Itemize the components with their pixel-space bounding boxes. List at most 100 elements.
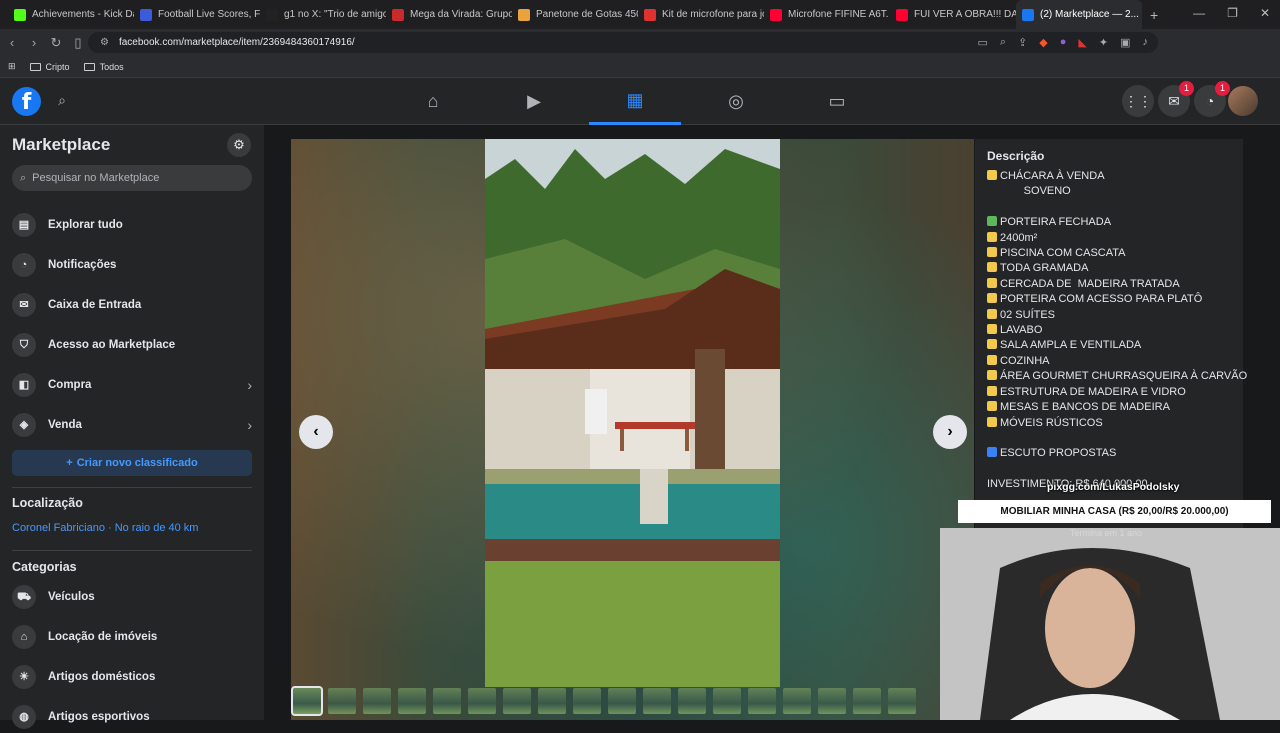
puzzle-icon[interactable]: ✦ [1099, 36, 1108, 49]
next-photo-button[interactable]: › [933, 415, 967, 449]
home-icon[interactable]: ⌂ [387, 78, 479, 125]
browser-tab[interactable]: Panetone de Gotas 450g | [512, 0, 638, 29]
gaming-icon[interactable]: ▭ [791, 78, 883, 125]
category-item[interactable]: ⌂ Locação de imóveis [12, 621, 252, 653]
description-line: ESTRUTURA DE MADEIRA E VIDRO [987, 385, 1231, 400]
brave-shield-icon[interactable]: ◆ [1039, 36, 1047, 49]
extension-icon[interactable]: ● [1060, 36, 1067, 49]
browser-tab[interactable]: Achievements - Kick Dashb [8, 0, 134, 29]
browser-tab[interactable]: Kit de microfone para jog [638, 0, 764, 29]
sidebar-item[interactable]: ◈ Venda › [12, 409, 252, 441]
photo-thumbnail[interactable] [503, 688, 531, 714]
sidebar-item[interactable]: ◧ Compra › [12, 369, 252, 401]
browser-tab[interactable]: Football Live Scores, Fixtur [134, 0, 260, 29]
extensions-area: ▭ ⌕ ⇪ ◆ ● ◣ ✦ ▣ ♪ [977, 36, 1148, 49]
previous-photo-button[interactable]: ‹ [299, 415, 333, 449]
video-icon[interactable]: ▶ [488, 78, 580, 125]
reload-icon[interactable]: ↻ [46, 35, 66, 51]
lamp-icon: ☀ [12, 665, 36, 689]
menu-grid-icon[interactable]: ⋮⋮ [1122, 85, 1154, 117]
photo-thumbnail[interactable] [363, 688, 391, 714]
photo-thumbnail[interactable] [678, 688, 706, 714]
browser-tab[interactable]: Microfone FIFINE A6T. Mel [764, 0, 890, 29]
inbox-icon: ✉ [12, 293, 36, 317]
create-listing-button[interactable]: + Criar novo classificado [12, 450, 252, 476]
cast-icon[interactable]: ▭ [977, 36, 987, 49]
browser-tab[interactable]: FUI VER A OBRA!!! DAQUI [890, 0, 1016, 29]
browser-tab[interactable]: (2) Marketplace — 2...✕ [1016, 0, 1142, 29]
marketplace-icon[interactable]: ▦ [589, 78, 681, 125]
description-title: Descrição [987, 149, 1045, 163]
minimize-icon[interactable]: — [1193, 6, 1205, 20]
bookmark-folder-todos[interactable]: Todos [83, 62, 124, 72]
sidebar-item[interactable]: ▤ Explorar tudo [12, 209, 252, 241]
bookmarks-bar: ⊞ Cripto Todos [0, 56, 1280, 78]
browser-tab[interactable]: g1 no X: "Trio de amigos d [260, 0, 386, 29]
bookmark-folder-cripto[interactable]: Cripto [29, 62, 70, 72]
maximize-icon[interactable]: ❐ [1227, 6, 1238, 20]
photo-thumbnail[interactable] [468, 688, 496, 714]
photo-thumbnail[interactable] [398, 688, 426, 714]
photo-thumbnail[interactable] [643, 688, 671, 714]
close-window-icon[interactable]: ✕ [1260, 6, 1270, 20]
description-line: PORTEIRA FECHADA [987, 215, 1231, 230]
photo-thumbnail[interactable] [291, 686, 323, 716]
apps-icon[interactable]: ⊞ [8, 61, 16, 72]
url-text: facebook.com/marketplace/item/2369484360… [118, 37, 355, 48]
extension-icon[interactable]: ◣ [1078, 36, 1086, 49]
stream-username: pixgg.com/LukasPodolsky [1047, 481, 1180, 493]
photo-thumbnail[interactable] [433, 688, 461, 714]
storefront-icon: ▤ [12, 213, 36, 237]
sidebar-icon[interactable]: ▣ [1120, 36, 1130, 49]
search-icon[interactable]: ⌕ [50, 88, 74, 112]
music-icon[interactable]: ♪ [1143, 36, 1149, 49]
photo-thumbnail[interactable] [328, 688, 356, 714]
description-line: SOVENO [987, 185, 1071, 198]
gear-icon[interactable]: ⚙ [227, 133, 251, 157]
emoji-bullet-icon [987, 277, 997, 288]
photo-thumbnail[interactable] [538, 688, 566, 714]
sidebar-item[interactable]: ✉ Caixa de Entrada [12, 289, 252, 321]
new-tab-button[interactable]: + [1150, 7, 1158, 23]
photo-thumbnail[interactable] [818, 688, 846, 714]
photo-thumbnail[interactable] [783, 688, 811, 714]
chevron-right-icon: › [247, 417, 252, 433]
share-icon[interactable]: ⇪ [1018, 36, 1027, 49]
bookmark-icon[interactable]: ▯ [68, 35, 88, 51]
tab-title: (2) Marketplace — 2... [1040, 9, 1139, 20]
back-icon[interactable]: ‹ [2, 35, 22, 50]
location-heading: Localização [12, 496, 83, 510]
photo-thumbnail[interactable] [573, 688, 601, 714]
category-item[interactable]: ☀ Artigos domésticos [12, 661, 252, 693]
groups-icon[interactable]: ◎ [690, 78, 782, 125]
site-settings-icon[interactable]: ⚙ [100, 37, 109, 48]
sidebar-item[interactable]: ⛉ Acesso ao Marketplace [12, 329, 252, 361]
search-placeholder: Pesquisar no Marketplace [32, 172, 160, 184]
marketplace-sidebar: Marketplace ⚙ ⌕ Pesquisar no Marketplace… [0, 125, 264, 729]
avatar[interactable] [1228, 86, 1258, 116]
listing-photo[interactable] [485, 139, 780, 687]
facebook-logo[interactable]: f [12, 87, 41, 116]
search-input[interactable]: ⌕ Pesquisar no Marketplace [12, 165, 252, 191]
emoji-bullet-icon [987, 247, 997, 258]
category-item[interactable]: ⛟ Veículos [12, 581, 252, 613]
photo-thumbnail[interactable] [748, 688, 776, 714]
browser-tab[interactable]: Mega da Virada: Grupo de [386, 0, 512, 29]
description-line: ÁREA GOURMET CHURRASQUEIRA À CARVÃO [987, 369, 1247, 384]
sidebar-item[interactable]: ◔ Notificações [12, 249, 252, 281]
photo-thumbnail[interactable] [608, 688, 636, 714]
photo-thumbnail[interactable] [713, 688, 741, 714]
photo-thumbnail[interactable] [853, 688, 881, 714]
bell-icon[interactable]: ◔ 1 [1194, 81, 1230, 117]
photo-thumbnail[interactable] [888, 688, 916, 714]
messenger-icon[interactable]: ✉ 1 [1158, 81, 1194, 117]
forward-icon[interactable]: › [24, 35, 44, 50]
description-line: MÓVEIS RÚSTICOS [987, 416, 1231, 431]
favicon-icon [644, 8, 656, 21]
description-line: CERCADA DE MADEIRA TRATADA [987, 277, 1231, 292]
description-line: CHÁCARA À VENDA [987, 169, 1231, 184]
zoom-icon[interactable]: ⌕ [1000, 36, 1006, 49]
category-item[interactable]: ◍ Artigos esportivos [12, 701, 252, 733]
location-link[interactable]: Coronel Fabriciano · No raio de 40 km [12, 522, 198, 534]
url-field[interactable]: ⚙ facebook.com/marketplace/item/23694843… [88, 32, 1158, 53]
